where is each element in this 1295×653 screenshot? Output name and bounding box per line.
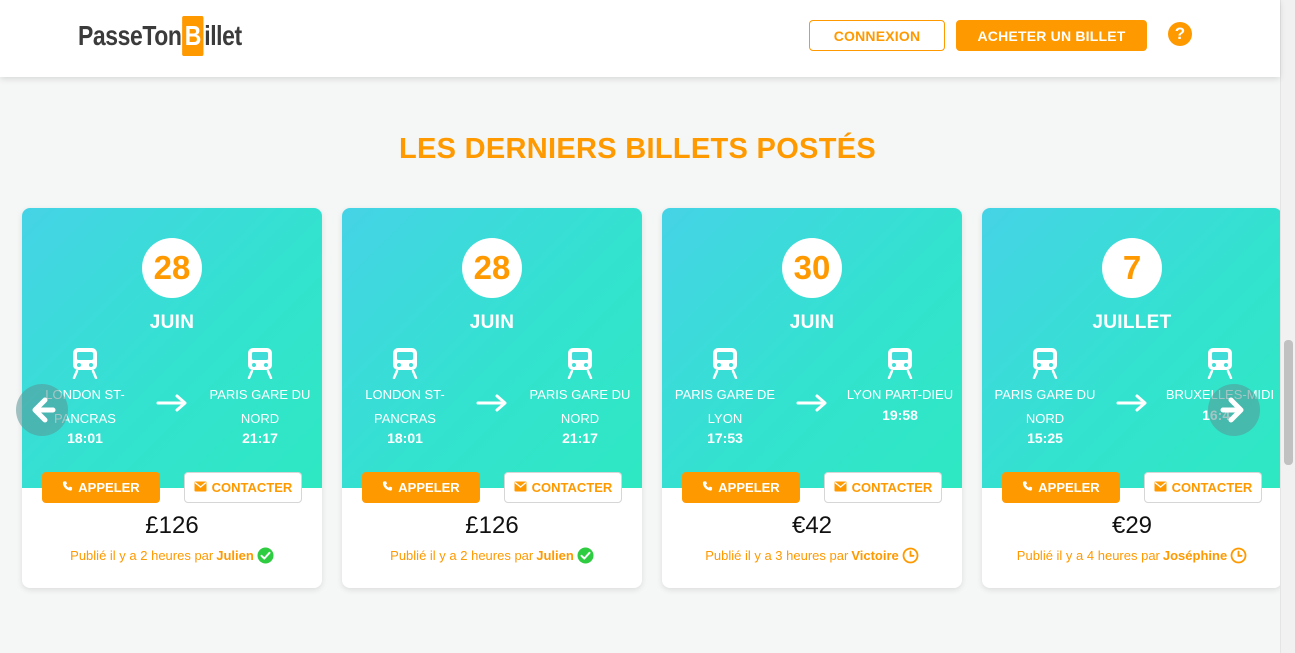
arrow-right-icon — [476, 394, 508, 412]
envelope-icon — [1154, 480, 1167, 495]
envelope-icon — [514, 480, 527, 495]
page-scrollbar[interactable] — [1280, 0, 1295, 653]
ticket-day: 28 — [462, 238, 522, 298]
ticket-card[interactable]: 28 JUIN LONDON ST-PANCRAS PARIS GARE DU NOR… — [342, 208, 642, 588]
contact-button-label: CONTACTER — [851, 480, 933, 495]
departure-station: PARIS GARE DU NORD — [994, 387, 1096, 426]
help-icon[interactable]: ? — [1168, 22, 1192, 46]
verified-check-icon — [577, 547, 594, 564]
arrow-right-icon — [796, 394, 828, 412]
contact-button[interactable]: CONTACTER — [1144, 472, 1262, 503]
arrow-right-icon — [156, 394, 188, 412]
contact-button[interactable]: CONTACTER — [504, 472, 622, 503]
logo-text-c: illet — [204, 20, 242, 51]
posted-prefix: Publié il y a 2 heures par — [390, 548, 534, 563]
train-icon — [566, 347, 594, 380]
verified-check-icon — [257, 547, 274, 564]
carousel-prev-button[interactable] — [16, 384, 68, 436]
ticket-month: JUIN — [469, 312, 515, 333]
ticket-card[interactable]: 30 JUIN PARIS GARE DE LYON LYON PART-DIEU 17… — [662, 208, 962, 588]
envelope-icon — [194, 480, 207, 495]
call-button-label: APPELER — [78, 480, 140, 495]
train-icon — [711, 347, 739, 380]
arrival-time: 21:17 — [242, 430, 278, 446]
posted-prefix: Publié il y a 2 heures par — [70, 548, 214, 563]
posted-info: Publié il y a 2 heures par Julien — [22, 547, 322, 564]
seller-name[interactable]: Julien — [536, 548, 574, 563]
ticket-month: JUIN — [789, 312, 835, 333]
ticket-price: €42 — [791, 512, 833, 539]
arrow-right-icon — [1116, 394, 1148, 412]
contact-button-label: CONTACTER — [211, 480, 293, 495]
train-icon — [886, 347, 914, 380]
departure-time: 18:01 — [387, 430, 423, 446]
train-icon — [391, 347, 419, 380]
departure-time: 17:53 — [707, 430, 743, 446]
posted-prefix: Publié il y a 3 heures par — [705, 548, 849, 563]
seller-name[interactable]: Julien — [216, 548, 254, 563]
train-icon — [1031, 347, 1059, 380]
ticket-day: 30 — [782, 238, 842, 298]
ticket-month: JUIN — [149, 312, 195, 333]
call-button[interactable]: APPELER — [1002, 472, 1120, 503]
contact-button[interactable]: CONTACTER — [824, 472, 942, 503]
contact-button[interactable]: CONTACTER — [184, 472, 302, 503]
arrow-right-icon — [1220, 397, 1244, 423]
arrival-time: 21:17 — [562, 430, 598, 446]
connexion-button[interactable]: CONNEXION — [809, 20, 945, 51]
phone-icon — [382, 480, 393, 495]
train-icon — [246, 347, 274, 380]
logo-text-a: PasseTon — [78, 20, 182, 51]
ticket-price: £126 — [465, 512, 519, 539]
arrival-station: PARIS GARE DU NORD — [209, 387, 311, 426]
seller-name[interactable]: Victoire — [851, 548, 898, 563]
call-button[interactable]: APPELER — [362, 472, 480, 503]
site-logo[interactable]: PasseTon Billet — [78, 14, 242, 58]
posted-info: Publié il y a 4 heures par Joséphine — [982, 547, 1282, 564]
arrival-time: 19:58 — [882, 407, 918, 423]
posted-info: Publié il y a 3 heures par Victoire — [662, 547, 962, 564]
departure-station: LONDON ST-PANCRAS — [365, 387, 445, 426]
ticket-price: £126 — [145, 512, 199, 539]
posted-info: Publié il y a 2 heures par Julien — [342, 547, 642, 564]
arrival-station: LYON PART-DIEU — [846, 387, 954, 402]
seller-name[interactable]: Joséphine — [1163, 548, 1227, 563]
call-button-label: APPELER — [1038, 480, 1100, 495]
ticket-price: €29 — [1111, 512, 1153, 539]
call-button-label: APPELER — [398, 480, 460, 495]
call-button-label: APPELER — [718, 480, 780, 495]
phone-icon — [1022, 480, 1033, 495]
arrow-left-icon — [32, 397, 56, 423]
clock-icon — [1230, 547, 1247, 564]
site-header: PasseTon Billet CONNEXION ACHETER UN BILL… — [0, 0, 1280, 77]
ticket-month: JUILLET — [1092, 312, 1172, 333]
call-button[interactable]: APPELER — [42, 472, 160, 503]
buy-ticket-button[interactable]: ACHETER UN BILLET — [956, 20, 1147, 51]
contact-button-label: CONTACTER — [531, 480, 613, 495]
call-button[interactable]: APPELER — [682, 472, 800, 503]
phone-icon — [62, 480, 73, 495]
envelope-icon — [834, 480, 847, 495]
carousel-next-button[interactable] — [1208, 384, 1260, 436]
logo-ticket-b: B — [182, 16, 204, 56]
contact-button-label: CONTACTER — [1171, 480, 1253, 495]
train-icon — [1206, 347, 1234, 380]
departure-station: PARIS GARE DE LYON — [674, 387, 776, 426]
ticket-day: 7 — [1102, 238, 1162, 298]
departure-time: 15:25 — [1027, 430, 1063, 446]
posted-prefix: Publié il y a 4 heures par — [1016, 548, 1160, 563]
train-icon — [71, 347, 99, 380]
section-title: LES DERNIERS BILLETS POSTÉS — [399, 133, 876, 165]
clock-icon — [902, 547, 919, 564]
ticket-day: 28 — [142, 238, 202, 298]
phone-icon — [702, 480, 713, 495]
scrollbar-thumb[interactable] — [1284, 340, 1293, 465]
ticket-card[interactable]: 28 JUIN LONDON ST-PANCRAS PARIS GARE DU NOR… — [22, 208, 322, 588]
arrival-station: PARIS GARE DU NORD — [529, 387, 631, 426]
